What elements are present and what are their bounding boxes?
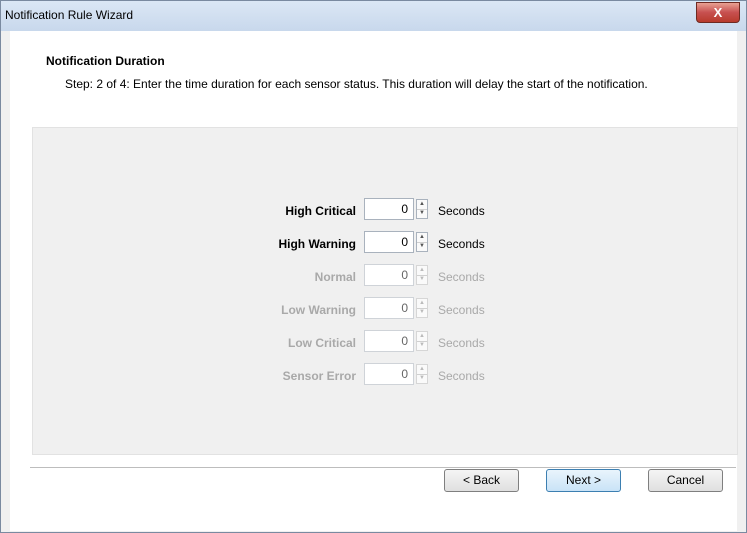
header-panel: Notification Duration Step: 2 of 4: Ente… (10, 31, 737, 102)
row-label: Low Critical (287, 336, 356, 350)
duration-panel: High Critical 0 ▲ ▼ Seconds High Warning… (32, 127, 738, 455)
duration-spinner[interactable]: ▲ ▼ (416, 199, 428, 219)
row-label: Low Warning (281, 303, 356, 317)
duration-row-sensor-error: Sensor Error 0 ▲ ▼ Seconds (33, 363, 737, 389)
caret-down-icon[interactable]: ▼ (417, 209, 427, 218)
window-title: Notification Rule Wizard (5, 8, 134, 22)
content-area: High Critical 0 ▲ ▼ Seconds High Warning… (10, 101, 738, 531)
duration-spinner: ▲ ▼ (416, 331, 428, 351)
row-label: Sensor Error (282, 369, 356, 383)
unit-label: Seconds (438, 270, 485, 284)
unit-label: Seconds (438, 237, 485, 251)
duration-spinner: ▲ ▼ (416, 265, 428, 285)
next-button[interactable]: Next > (546, 469, 621, 492)
unit-label: Seconds (438, 204, 485, 218)
duration-row-high-warning: High Warning 0 ▲ ▼ Seconds (33, 231, 737, 257)
duration-input[interactable]: 0 (364, 231, 414, 253)
unit-label: Seconds (438, 336, 485, 350)
close-button[interactable]: X (696, 2, 740, 23)
unit-label: Seconds (438, 303, 485, 317)
duration-spinner: ▲ ▼ (416, 298, 428, 318)
duration-input: 0 (364, 297, 414, 319)
duration-row-low-warning: Low Warning 0 ▲ ▼ Seconds (33, 297, 737, 323)
row-label: High Warning (278, 237, 356, 251)
duration-row-high-critical: High Critical 0 ▲ ▼ Seconds (33, 198, 737, 224)
row-label: Normal (314, 270, 356, 284)
cancel-button[interactable]: Cancel (648, 469, 723, 492)
duration-input: 0 (364, 330, 414, 352)
row-label: High Critical (285, 204, 356, 218)
duration-input[interactable]: 0 (364, 198, 414, 220)
footer-divider (30, 467, 736, 468)
back-button[interactable]: < Back (444, 469, 519, 492)
caret-down-icon: ▼ (419, 276, 425, 282)
caret-down-icon: ▼ (419, 375, 425, 381)
caret-down-icon: ▼ (419, 342, 425, 348)
duration-row-normal: Normal 0 ▲ ▼ Seconds (33, 264, 737, 290)
caret-down-icon: ▼ (419, 309, 425, 315)
duration-input: 0 (364, 363, 414, 385)
unit-label: Seconds (438, 369, 485, 383)
duration-spinner: ▲ ▼ (416, 364, 428, 384)
page-subtitle: Step: 2 of 4: Enter the time duration fo… (65, 77, 648, 91)
duration-input: 0 (364, 264, 414, 286)
page-title: Notification Duration (46, 54, 165, 68)
duration-spinner[interactable]: ▲ ▼ (416, 232, 428, 252)
duration-row-low-critical: Low Critical 0 ▲ ▼ Seconds (33, 330, 737, 356)
title-bar: Notification Rule Wizard X (1, 1, 746, 31)
wizard-window: Notification Rule Wizard X Notification … (0, 0, 747, 533)
caret-down-icon[interactable]: ▼ (417, 242, 427, 251)
